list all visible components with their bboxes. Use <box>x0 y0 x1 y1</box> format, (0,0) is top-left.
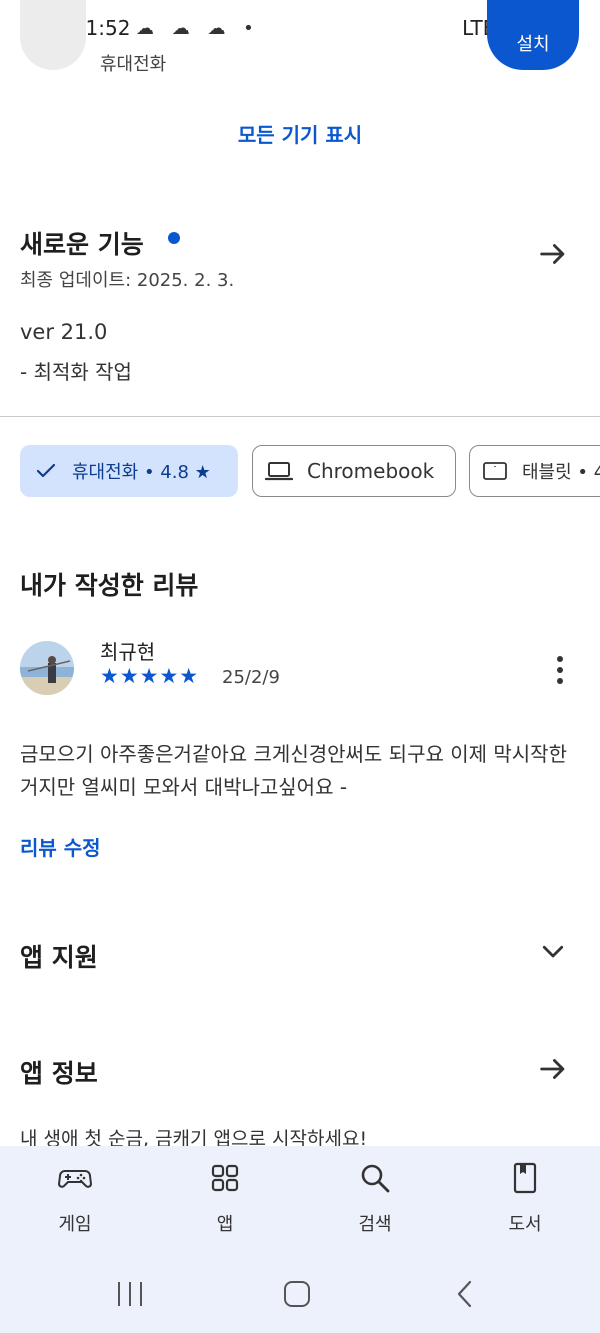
review-date: 25/2/9 <box>222 667 280 688</box>
chip-phone[interactable]: 휴대전화 • 4.8 ★ <box>20 445 238 497</box>
whats-new-title[interactable]: 새로운 기능 <box>20 225 144 261</box>
apps-grid-icon <box>211 1164 239 1192</box>
chip-label: Chromebook <box>307 459 435 483</box>
nav-search[interactable]: 검색 <box>325 1160 425 1236</box>
nav-apps[interactable]: 앱 <box>175 1160 275 1236</box>
review-text: 금모으기 아주좋은거같아요 크게신경안써도 되구요 이제 막시작한거지만 열씨미… <box>20 742 567 799</box>
tablet-icon <box>482 460 508 482</box>
edit-review-link[interactable]: 리뷰 수정 <box>20 832 101 861</box>
chip-label: 태블릿 • 4 <box>522 462 600 483</box>
reviewer-name: 최규현 <box>100 640 156 664</box>
more-options-icon[interactable] <box>548 652 572 688</box>
chevron-down-icon[interactable] <box>538 936 568 966</box>
chip-tablet[interactable]: 태블릿 • 4 <box>469 445 600 497</box>
home-icon[interactable] <box>282 1280 312 1308</box>
my-review-title: 내가 작성한 리뷰 <box>20 571 199 600</box>
app-support-title[interactable]: 앱 지원 <box>20 938 98 974</box>
install-button[interactable]: 설치 <box>487 0 579 70</box>
nav-games[interactable]: 게임 <box>25 1160 125 1236</box>
nav-label: 검색 <box>358 1214 392 1235</box>
last-updated: 최종 업데이트: 2025. 2. 3. <box>20 270 235 291</box>
back-icon[interactable] <box>452 1280 480 1308</box>
gamepad-icon <box>58 1170 92 1188</box>
nav-label: 게임 <box>58 1214 92 1235</box>
chip-chromebook[interactable]: Chromebook <box>252 445 456 497</box>
arrow-right-icon[interactable] <box>536 237 570 271</box>
arrow-right-icon[interactable] <box>536 1052 570 1086</box>
nav-label: 도서 <box>508 1214 542 1235</box>
search-icon <box>361 1164 390 1193</box>
avatar <box>20 641 74 695</box>
chip-label: 휴대전화 • 4.8 ★ <box>72 462 211 483</box>
nav-books[interactable]: 도서 <box>475 1160 575 1236</box>
recent-apps-icon[interactable] <box>115 1280 145 1308</box>
check-icon <box>34 459 58 483</box>
star-rating: ★★★★★ <box>100 664 200 688</box>
new-indicator-dot <box>168 232 180 244</box>
laptop-icon <box>265 459 293 483</box>
device-label: 휴대전화 <box>100 54 167 75</box>
version-text: ver 21.0 <box>20 320 108 344</box>
show-all-devices-link[interactable]: 모든 기기 표시 <box>0 119 600 148</box>
divider <box>0 416 600 417</box>
book-icon <box>513 1162 537 1194</box>
release-note: - 최적화 작업 <box>20 360 132 384</box>
phone-device-icon <box>20 0 86 70</box>
nav-label: 앱 <box>216 1214 234 1235</box>
app-info-title[interactable]: 앱 정보 <box>20 1054 98 1090</box>
notification-icons: ☁ ☁ ☁ • <box>136 18 260 39</box>
